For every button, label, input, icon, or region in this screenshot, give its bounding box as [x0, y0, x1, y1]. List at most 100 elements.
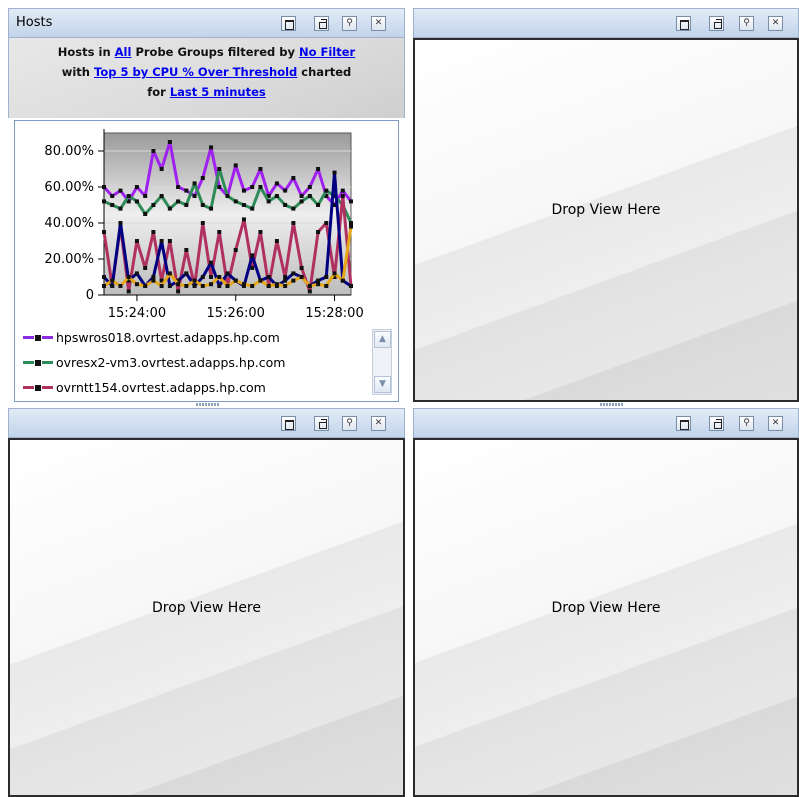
- filter-text: Probe Groups filtered by: [131, 45, 299, 59]
- legend-item[interactable]: ovrntt154.ovrtest.adapps.hp.com: [23, 378, 266, 396]
- data-point: [349, 221, 353, 225]
- data-point: [299, 275, 304, 279]
- data-point: [274, 194, 279, 198]
- data-point: [283, 188, 288, 193]
- data-point: [200, 221, 205, 225]
- hosts-panel-titlebar[interactable]: Hosts ⚲ ✕: [8, 8, 405, 38]
- data-point: [266, 275, 271, 279]
- restore-button[interactable]: [709, 416, 724, 431]
- splitter-grip-right[interactable]: [600, 403, 624, 406]
- data-point: [233, 278, 238, 283]
- data-point: [184, 284, 189, 288]
- data-point: [291, 278, 296, 283]
- data-point: [167, 271, 172, 276]
- data-point: [332, 271, 337, 276]
- data-point: [143, 266, 148, 270]
- drop-zone[interactable]: Drop View Here: [413, 38, 799, 402]
- data-point: [299, 194, 304, 198]
- data-point: [283, 278, 288, 283]
- y-tick-label: 0: [86, 288, 94, 303]
- pin-button[interactable]: ⚲: [342, 416, 357, 431]
- data-point: [241, 217, 246, 222]
- panel-titlebar[interactable]: ⚲ ✕: [413, 8, 799, 38]
- time-range-link[interactable]: Last 5 minutes: [170, 85, 266, 99]
- data-point: [159, 284, 164, 288]
- hosts-panel: Hosts ⚲ ✕ Hosts in All Probe Groups filt…: [8, 8, 405, 402]
- data-point: [324, 284, 329, 288]
- data-point: [118, 284, 123, 288]
- drop-view-label: Drop View Here: [151, 599, 261, 616]
- data-point: [349, 199, 353, 204]
- data-point: [192, 284, 197, 288]
- data-point: [307, 185, 312, 189]
- scroll-down-icon[interactable]: ▼: [374, 376, 391, 393]
- maximize-button[interactable]: [281, 416, 296, 431]
- data-point: [167, 206, 172, 211]
- data-point: [241, 203, 246, 207]
- data-point: [241, 188, 246, 193]
- legend-item[interactable]: ovresx2-vm3.ovrtest.adapps.hp.com: [23, 353, 285, 371]
- data-point: [167, 239, 172, 243]
- data-point: [274, 282, 279, 287]
- maximize-button[interactable]: [676, 16, 691, 31]
- drop-view-label: Drop View Here: [551, 202, 661, 218]
- data-point: [324, 188, 329, 193]
- data-point: [299, 266, 304, 270]
- close-button[interactable]: ✕: [768, 16, 783, 31]
- pin-button[interactable]: ⚲: [739, 16, 754, 31]
- panel-titlebar[interactable]: ⚲ ✕: [8, 408, 405, 438]
- data-point: [118, 188, 123, 193]
- legend-scrollbar[interactable]: ▲ ▼: [372, 329, 392, 395]
- data-point: [217, 185, 222, 189]
- data-point: [307, 194, 312, 198]
- legend-label: hpswros018.ovrtest.adapps.hp.com: [56, 329, 280, 345]
- restore-button[interactable]: [314, 16, 329, 31]
- close-button[interactable]: ✕: [371, 16, 386, 31]
- x-tick-label: 15:26:00: [207, 306, 265, 321]
- empty-view-panel-bottom-left: ⚲ ✕ Drop View Here: [8, 408, 405, 797]
- metric-link[interactable]: Top 5 by CPU % Over Threshold: [94, 65, 297, 79]
- maximize-button[interactable]: [281, 16, 296, 31]
- close-button[interactable]: ✕: [371, 416, 386, 431]
- scroll-up-icon[interactable]: ▲: [374, 331, 391, 348]
- data-point: [307, 284, 312, 288]
- data-point: [151, 230, 156, 234]
- vertical-splitter[interactable]: [405, 0, 413, 797]
- data-point: [316, 230, 321, 234]
- close-button[interactable]: ✕: [768, 416, 783, 431]
- drop-zone[interactable]: Drop View Here: [413, 438, 799, 797]
- legend-item[interactable]: hpswros018.ovrtest.adapps.hp.com: [23, 328, 280, 346]
- data-point: [217, 167, 222, 171]
- data-point: [324, 275, 329, 279]
- data-point: [299, 199, 304, 204]
- data-point: [184, 203, 189, 207]
- legend-label: ovrntt154.ovrtest.adapps.hp.com: [56, 379, 266, 395]
- data-point: [316, 278, 321, 283]
- data-point: [241, 282, 246, 287]
- data-point: [184, 188, 189, 193]
- data-point: [274, 181, 279, 186]
- data-point: [258, 230, 263, 234]
- data-point: [151, 149, 156, 153]
- data-point: [217, 284, 222, 288]
- splitter-grip-left[interactable]: [196, 403, 220, 406]
- restore-button[interactable]: [709, 16, 724, 31]
- legend-swatch: [23, 383, 53, 392]
- probe-groups-link[interactable]: All: [115, 45, 132, 59]
- panel-titlebar[interactable]: ⚲ ✕: [413, 408, 799, 438]
- data-point: [176, 282, 181, 287]
- pin-button[interactable]: ⚲: [739, 416, 754, 431]
- data-point: [102, 185, 106, 189]
- data-point: [291, 206, 296, 211]
- y-tick-label: 40.00%: [44, 216, 94, 231]
- filter-link[interactable]: No Filter: [299, 45, 355, 59]
- data-point: [151, 203, 156, 207]
- cpu-chart[interactable]: 0 20.00% 40.00% 60.00% 80.00% 15:24:00 15:26:0…: [15, 121, 398, 321]
- restore-button[interactable]: [314, 416, 329, 431]
- pin-button[interactable]: ⚲: [342, 16, 357, 31]
- data-point: [143, 284, 148, 288]
- x-tick-label: 15:28:00: [305, 306, 363, 321]
- panel-title: Hosts: [16, 15, 53, 30]
- drop-zone[interactable]: Drop View Here: [8, 438, 405, 797]
- maximize-button[interactable]: [676, 416, 691, 431]
